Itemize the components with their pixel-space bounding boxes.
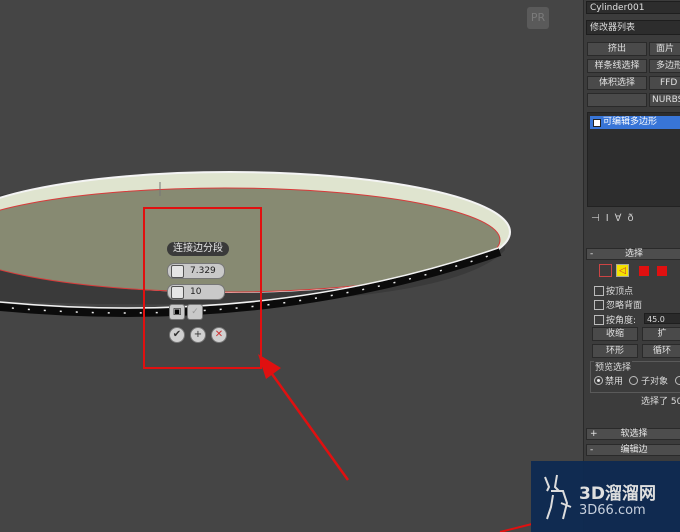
preview-subobj-label: 子对象 [641,377,669,387]
object-name-field[interactable]: Cylinder001 [586,1,680,14]
vertex-mode-icon[interactable] [599,264,612,277]
watermark-site: 3D66.com [579,503,646,518]
poly-select-button[interactable]: 多边形 [649,59,680,73]
by-vertex-checkbox[interactable] [594,286,604,296]
soft-selection-rollout-header[interactable]: + 软选择 [586,428,680,440]
viewport[interactable]: PR 连接边分段 7.329 10 ▣ ✓ ✔ + ✕ [0,0,583,532]
edit-edges-title: 编辑边 [620,445,648,455]
by-angle-label: 按角度: [606,316,637,326]
stack-tools: ⊣Ⅰ∀ð [587,213,680,227]
preview-selection-group: 预览选择 禁用 子对象 [590,360,680,393]
stack-toggle-icon[interactable] [593,119,601,127]
angle-spinner[interactable]: 45.0 [644,313,680,324]
extrude-button[interactable]: 挤出 [587,42,647,56]
pin-stack-icon[interactable]: ⊣ [591,213,606,224]
selection-rollout-header[interactable]: - 选择 [586,248,680,260]
ignore-backface-checkbox[interactable] [594,300,604,310]
watermark: 3D溜溜网 3D66.com [531,461,680,532]
annotation-box [143,207,262,369]
spline-select-button[interactable]: 样条线选择 [587,59,647,73]
ignore-backface-label: 忽略背面 [606,301,643,311]
viewcube-icon[interactable]: PR [527,7,549,29]
by-angle-checkbox[interactable] [594,315,604,325]
selection-status: 选择了 50 [641,397,680,407]
unique-icon[interactable]: ∀ [615,213,628,224]
preview-label: 预览选择 [594,360,633,373]
preview-multi-radio[interactable] [675,376,680,385]
stack-item-label: 可编辑多边形 [603,117,658,127]
viewport-scene [0,171,533,532]
ffd-button[interactable]: FFD [649,76,680,90]
shrink-button[interactable]: 收缩 [592,327,638,341]
nurbs-button[interactable]: NURBS 曲 [649,93,680,107]
edge-mode-icon[interactable]: ◁ [616,264,629,277]
watermark-brand: 3D溜溜网 [579,484,656,504]
remove-modifier-icon[interactable]: ð [628,213,640,224]
by-vertex-label: 按顶点 [606,287,634,297]
preview-off-label: 禁用 [605,377,624,387]
show-end-icon[interactable]: Ⅰ [606,213,615,224]
border-mode-icon[interactable] [639,266,649,276]
soft-selection-title: 软选择 [620,429,648,439]
command-panel: Cylinder001 修改器列表 挤出 面片 样条线选择 多边形 体积选择 F… [583,0,680,532]
modifier-stack[interactable]: 可编辑多边形 [587,112,680,207]
ring-button[interactable]: 环形 [592,344,638,358]
deer-logo-icon [544,474,572,520]
loop-button[interactable]: 循环 [642,344,680,358]
empty-button[interactable] [587,93,647,107]
vol-select-button[interactable]: 体积选择 [587,76,647,90]
selection-rollout-title: 选择 [624,249,643,259]
stack-item-editable-poly[interactable]: 可编辑多边形 [590,116,680,129]
edit-edges-rollout-header[interactable]: - 编辑边 [586,444,680,456]
modifier-list-dropdown[interactable]: 修改器列表 [586,20,680,35]
preview-subobj-radio[interactable] [629,376,638,385]
face-button[interactable]: 面片 [649,42,680,56]
preview-off-radio[interactable] [594,376,603,385]
polygon-mode-icon[interactable] [657,266,667,276]
grow-button[interactable]: 扩 [642,327,680,341]
